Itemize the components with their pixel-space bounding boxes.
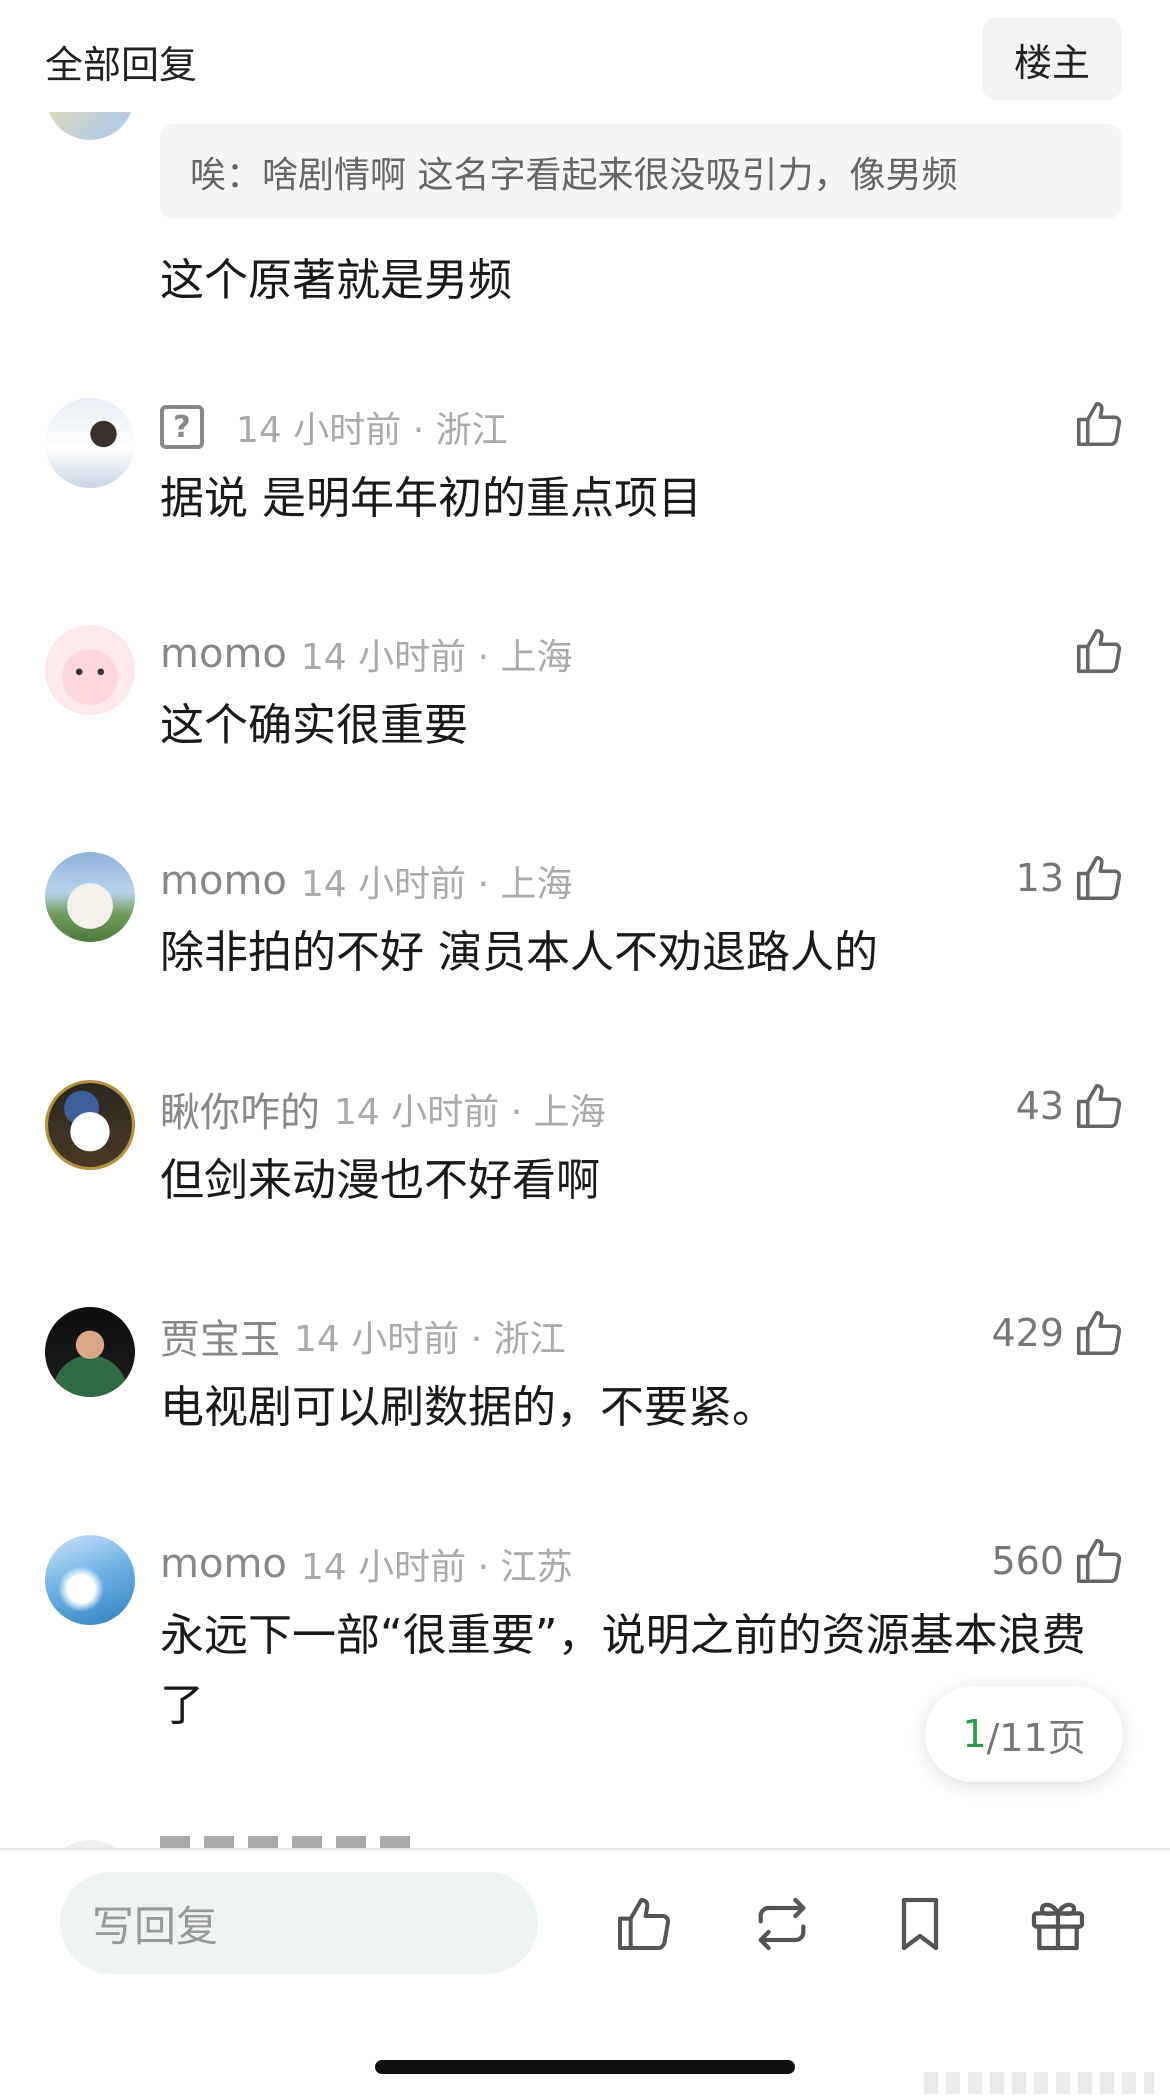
- comment-meta: momo 14 小时前 · 上海: [160, 854, 572, 908]
- like-button[interactable]: 43: [1016, 1076, 1126, 1136]
- like-count: 43: [1015, 1084, 1064, 1128]
- thumbs-up-icon: [1076, 1083, 1122, 1129]
- watermark: [924, 2072, 1154, 2094]
- like-count: 560: [991, 1539, 1064, 1583]
- comment-text: 据说 是明年年初的重点项目: [160, 473, 702, 524]
- timestamp-location: 14 小时前 · 上海: [334, 1092, 606, 1133]
- header: 全部回复 楼主: [0, 0, 1170, 112]
- like-button[interactable]: 13: [1016, 848, 1126, 908]
- avatar[interactable]: [45, 1535, 135, 1625]
- comment-text: 这个确实很重要: [160, 700, 468, 751]
- comment-meta: momo 14 小时前 · 上海: [160, 627, 572, 681]
- like-post-button[interactable]: [606, 1886, 682, 1962]
- repost-button[interactable]: [744, 1886, 820, 1962]
- comment-meta: 瞅你咋的 14 小时前 · 上海: [160, 1082, 606, 1136]
- reply-text: 这个原著就是男频: [160, 255, 512, 306]
- timestamp-location: 14 小时前 · 江苏: [300, 1547, 573, 1588]
- like-button[interactable]: [1064, 621, 1126, 681]
- like-count: 429: [991, 1311, 1064, 1355]
- avatar[interactable]: [45, 1307, 135, 1397]
- gift-button[interactable]: [1020, 1886, 1096, 1962]
- page-title: 全部回复: [45, 43, 198, 87]
- like-count: 13: [1015, 856, 1064, 900]
- repost-icon: [758, 1897, 806, 1951]
- page-indicator[interactable]: 1/11页: [925, 1686, 1123, 1782]
- username[interactable]: 贾宝玉: [160, 1307, 280, 1365]
- reply-input[interactable]: 写回复: [60, 1872, 538, 1974]
- comment-meta: momo 14 小时前 · 江苏: [160, 1537, 572, 1591]
- bottom-action-bar: 写回复: [0, 1848, 1170, 2099]
- thumbs-up-icon: [1076, 1538, 1122, 1584]
- thumbs-up-icon: [1076, 1310, 1122, 1356]
- comment-text: 但剑来动漫也不好看啊: [160, 1155, 600, 1206]
- username[interactable]: momo: [160, 858, 287, 904]
- like-button[interactable]: [1064, 394, 1126, 454]
- username[interactable]: momo: [160, 631, 287, 677]
- like-button[interactable]: 560: [991, 1531, 1126, 1591]
- home-indicator: [375, 2060, 795, 2074]
- favorite-button[interactable]: [882, 1886, 958, 1962]
- avatar[interactable]: [45, 1080, 135, 1170]
- comment-meta: 贾宝玉 14 小时前 · 浙江: [160, 1309, 566, 1363]
- thumbs-up-icon: [1076, 628, 1122, 674]
- timestamp-location: 14 小时前 · 浙江: [236, 410, 508, 451]
- total-pages: /11页: [986, 1715, 1086, 1760]
- quoted-reply: 唉：啥剧情啊 这名字看起来很没吸引力，像男频: [160, 124, 1122, 219]
- timestamp-location: 14 小时前 · 浙江: [294, 1319, 566, 1360]
- op-only-button[interactable]: 楼主: [982, 18, 1122, 100]
- comment-text: 除非拍的不好 演员本人不劝退路人的: [160, 927, 878, 978]
- timestamp-location: 14 小时前 · 上海: [300, 637, 573, 678]
- like-button[interactable]: 429: [991, 1303, 1126, 1363]
- thumbs-up-icon: [1076, 855, 1122, 901]
- current-page: 1: [962, 1712, 987, 1756]
- username[interactable]: momo: [160, 1541, 287, 1587]
- username[interactable]: 瞅你咋的: [160, 1080, 320, 1138]
- avatar[interactable]: [45, 625, 135, 715]
- thumbs-up-icon: [1076, 401, 1122, 447]
- avatar[interactable]: [45, 852, 135, 942]
- thumbs-up-icon: [618, 1898, 671, 1951]
- bookmark-icon: [901, 1897, 939, 1951]
- avatar[interactable]: [45, 398, 135, 488]
- timestamp-location: 14 小时前 · 上海: [300, 864, 573, 905]
- comment-text: 电视剧可以刷数据的，不要紧。: [160, 1382, 776, 1433]
- comment-meta: ? 14 小时前 · 浙江: [160, 400, 508, 454]
- gift-icon: [1031, 1902, 1085, 1951]
- unknown-user-icon: ?: [160, 405, 204, 449]
